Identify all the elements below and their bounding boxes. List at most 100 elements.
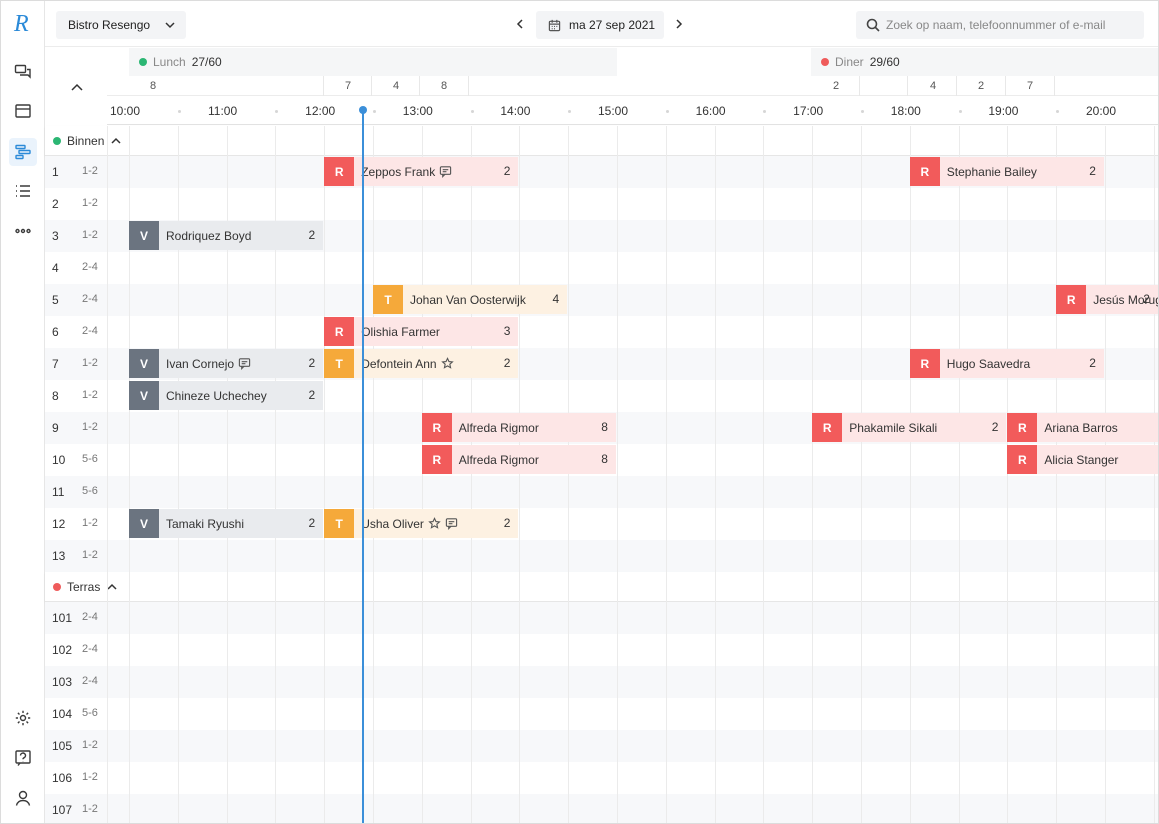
half-hour-dot xyxy=(763,110,767,113)
reservation-block[interactable]: T Usha Oliver 2 xyxy=(324,509,519,538)
table-row[interactable]: 107 1-2 xyxy=(45,794,1158,823)
party-size: 4 xyxy=(552,292,560,306)
half-hour-dot xyxy=(373,110,376,113)
list-icon[interactable] xyxy=(9,177,37,205)
next-day-button[interactable] xyxy=(669,13,689,35)
chat-icon[interactable] xyxy=(9,58,37,86)
shift-diner[interactable]: Diner 29/60 xyxy=(811,48,1158,76)
cover-divider xyxy=(323,76,324,96)
collapse-header-button[interactable] xyxy=(63,77,91,99)
guest-name: Alfreda Rigmor xyxy=(458,420,539,435)
help-icon[interactable] xyxy=(9,744,37,772)
reservation-block[interactable]: V Rodriquez Boyd 2 xyxy=(129,221,324,250)
shift-status-dot xyxy=(139,58,147,66)
reservation-block[interactable]: R Alfreda Rigmor 8 xyxy=(421,445,616,474)
table-number: 3 xyxy=(52,229,59,243)
timeline-icon[interactable] xyxy=(9,138,37,166)
table-row[interactable]: 106 1-2 xyxy=(45,762,1158,794)
reservation-block[interactable]: R Ariana Barros xyxy=(1007,413,1158,442)
reservation-block[interactable]: V Chineze Uchechey 2 xyxy=(129,381,324,410)
reservation-block[interactable]: T Johan Van Oosterwijk 4 xyxy=(373,285,568,314)
reservation-block[interactable]: RJesús Moruga2 xyxy=(1056,285,1158,314)
reservation-guest: Johan Van Oosterwijk xyxy=(403,293,526,307)
cover-divider xyxy=(419,76,420,96)
hour-label: 17:00 xyxy=(793,104,824,118)
table-row[interactable]: 105 1-2 xyxy=(45,730,1158,762)
table-row[interactable]: 102 2-4 xyxy=(45,634,1158,666)
table-row[interactable]: 13 1-2 xyxy=(45,540,1158,572)
reservation-status: V xyxy=(129,381,159,410)
more-icon[interactable] xyxy=(9,217,37,245)
chevron-up-icon[interactable] xyxy=(106,581,118,593)
table-capacity: 1-2 xyxy=(82,517,98,529)
reservation-guest: Alfreda Rigmor xyxy=(452,453,539,467)
section-header-terras[interactable]: Terras xyxy=(45,572,1158,602)
guest-name: Ariana Barros xyxy=(1044,420,1118,435)
reservation-block[interactable]: R Phakamile Sikali 2 xyxy=(812,413,1007,442)
table-row[interactable]: 5 2-4 xyxy=(45,284,1158,316)
user-icon[interactable] xyxy=(9,784,37,812)
grid-line xyxy=(812,126,814,823)
cover-count: 2 xyxy=(832,80,840,92)
reservation-guest: Chineze Uchechey xyxy=(159,389,267,403)
grid-line xyxy=(421,126,423,823)
cover-divider xyxy=(468,76,469,96)
party-size: 8 xyxy=(601,420,608,434)
reservation-block[interactable]: R Alicia Stanger xyxy=(1007,445,1158,474)
reservation-status: V xyxy=(129,349,159,378)
reservation-block[interactable]: R Olishia Farmer 3 xyxy=(324,317,519,346)
table-row[interactable]: 104 5-6 xyxy=(45,698,1158,730)
table-row[interactable]: 101 2-4 xyxy=(45,602,1158,634)
table-row[interactable]: 6 2-4 xyxy=(45,316,1158,348)
prev-day-button[interactable] xyxy=(510,13,530,35)
table-capacity: 1-2 xyxy=(82,771,98,783)
reservation-status: R xyxy=(324,157,355,186)
reservation-block[interactable]: T Defontein Ann 2 xyxy=(324,349,519,378)
chevron-left-icon xyxy=(516,19,523,29)
cover-count: 8 xyxy=(149,80,157,92)
table-row[interactable]: 103 2-4 xyxy=(45,666,1158,698)
restaurant-select[interactable]: Bistro Resengo xyxy=(56,11,186,39)
settings-icon[interactable] xyxy=(9,704,37,732)
guest-name: Stephanie Bailey xyxy=(946,164,1037,179)
table-capacity: 1-2 xyxy=(82,357,98,369)
current-time-line xyxy=(361,109,364,823)
shift-name: Diner xyxy=(835,55,864,69)
shift-lunch[interactable]: Lunch 27/60 xyxy=(129,48,617,76)
reservation-block[interactable]: R Stephanie Bailey 2 xyxy=(909,157,1104,186)
section-header-binnen[interactable]: Binnen xyxy=(45,126,1158,156)
reservation-guest: Phakamile Sikali xyxy=(842,421,937,435)
reservation-block[interactable]: R Zeppos Frank 2 xyxy=(324,157,519,186)
cover-divider xyxy=(956,76,957,96)
search-box[interactable] xyxy=(856,11,1144,39)
reservation-block[interactable]: V Tamaki Ryushi 2 xyxy=(129,509,324,538)
party-size: 2 xyxy=(1089,356,1096,370)
table-capacity: 2-4 xyxy=(82,675,98,687)
reservation-block[interactable]: R Alfreda Rigmor 8 xyxy=(421,413,616,442)
search-input[interactable] xyxy=(886,18,1136,32)
date-picker[interactable]: ma 27 sep 2021 xyxy=(536,11,664,39)
table-row[interactable]: 11 5-6 xyxy=(45,476,1158,508)
hour-label: 18:00 xyxy=(890,104,921,118)
table-row[interactable]: 4 2-4 xyxy=(45,252,1158,284)
grid-line xyxy=(1153,126,1155,823)
table-row[interactable]: 2 1-2 xyxy=(45,188,1158,220)
reservation-block[interactable]: R Hugo Saavedra 2 xyxy=(909,349,1104,378)
reservation-status: R xyxy=(324,317,355,346)
shift-name: Lunch xyxy=(153,55,186,69)
grid-line xyxy=(373,126,374,823)
logo[interactable]: R xyxy=(10,9,36,37)
chevron-up-icon[interactable] xyxy=(110,135,122,147)
cover-count: 2 xyxy=(977,80,985,92)
grid-line xyxy=(107,126,108,823)
reservation-status: V xyxy=(129,509,159,538)
reservation-status: T xyxy=(324,349,355,378)
app-window: R Bistro Resengo ma 27 sep 2021 Zoek op … xyxy=(0,0,1159,824)
reservation-block[interactable]: V Ivan Cornejo 2 xyxy=(129,349,324,378)
guest-name: Alicia Stanger xyxy=(1044,452,1119,467)
table-capacity: 1-2 xyxy=(82,803,98,815)
half-hour-dot xyxy=(1056,110,1060,113)
grid-line xyxy=(1007,126,1009,823)
tables-icon[interactable] xyxy=(9,97,37,125)
cover-count: 7 xyxy=(1026,80,1034,92)
